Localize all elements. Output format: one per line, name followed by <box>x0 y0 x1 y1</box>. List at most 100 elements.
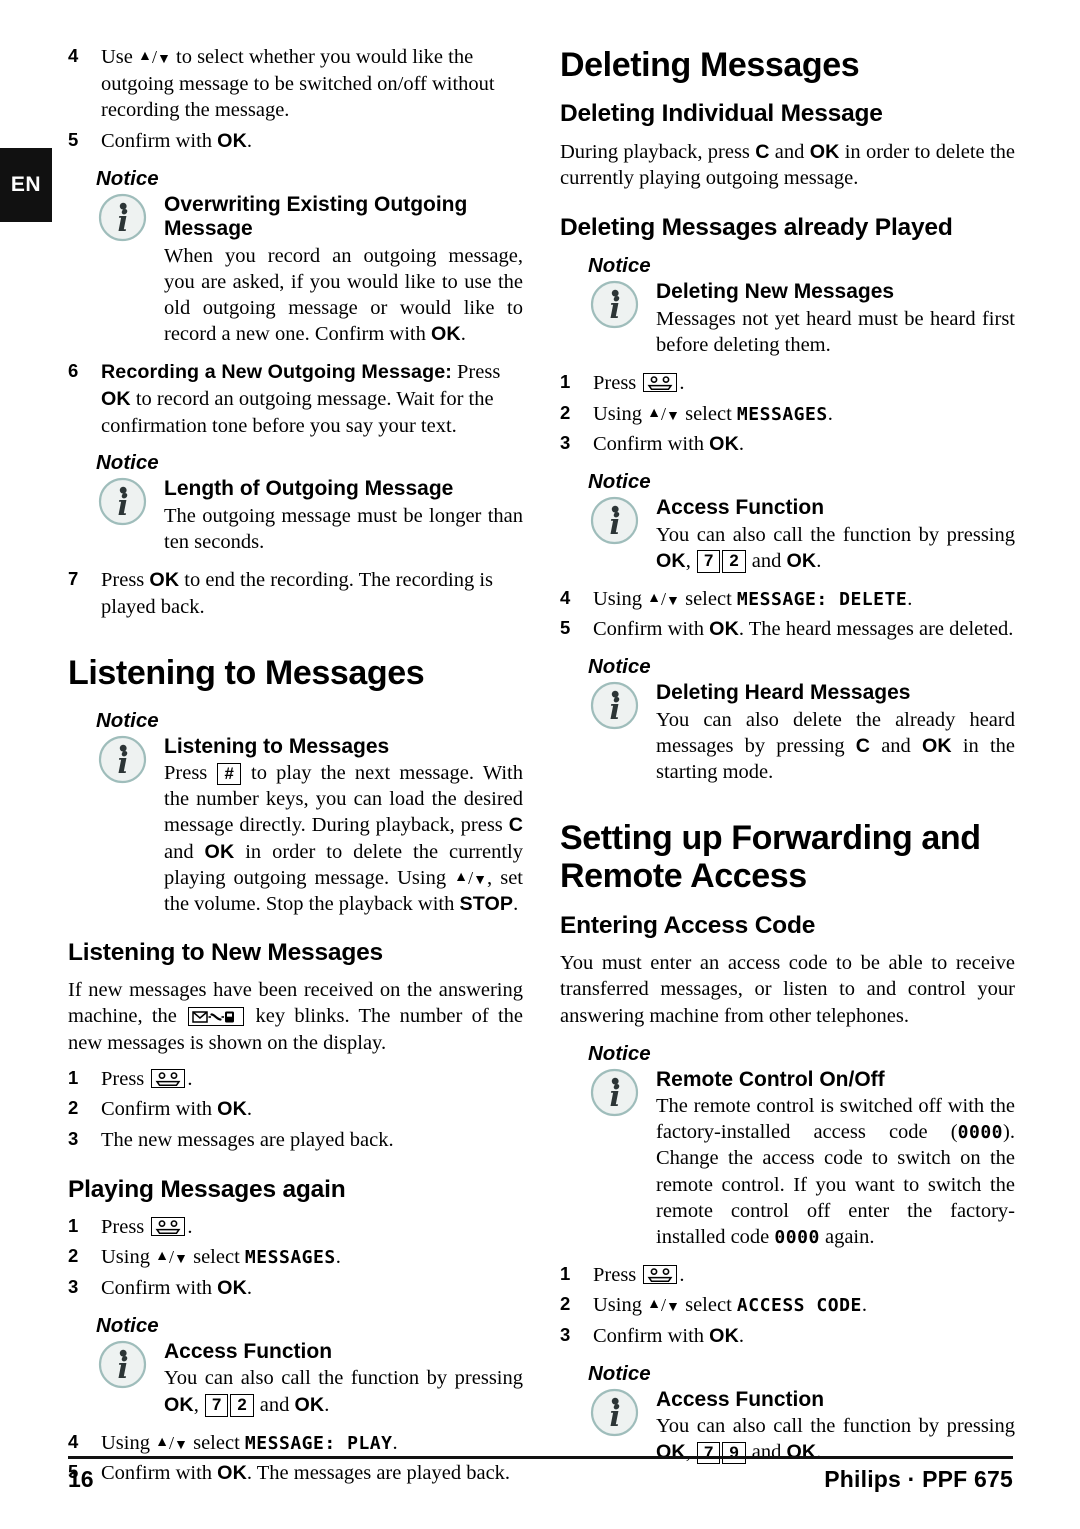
heading-listening-new-messages: Listening to New Messages <box>68 938 383 966</box>
notice-text: You can also call the function by pressi… <box>164 1367 523 1417</box>
display-text: MESSAGES <box>244 1247 336 1269</box>
step-item: 3 Confirm with OK. <box>68 1275 523 1302</box>
button-label: OK <box>709 1324 739 1347</box>
keycap-2: 2 <box>722 550 746 573</box>
keycap-7: 7 <box>204 1394 229 1417</box>
page-number: 16 <box>68 1466 94 1492</box>
display-text: MESSAGES <box>736 403 828 425</box>
cassette-key-icon <box>643 373 678 393</box>
heading-listening-to-messages: Listening to Messages <box>68 654 425 693</box>
button-label: OK <box>217 1277 247 1300</box>
step-item: 4 Using ▲/▼ select MESSAGE: PLAY. <box>68 1430 523 1457</box>
step-number: 2 <box>68 1245 79 1267</box>
notice-block: Notice i Access Function You can also ca… <box>68 1314 523 1418</box>
step-item: 1 Press . <box>560 1262 1015 1289</box>
notice-label: Notice <box>96 1313 159 1337</box>
notice-label: Notice <box>96 166 159 190</box>
button-label: OK <box>217 1098 247 1121</box>
notice-title: Access Function <box>656 495 825 519</box>
step-text: Using ▲/▼ select ACCESS CODE. <box>593 1294 867 1317</box>
notice-title: Length of Outgoing Message <box>164 477 454 501</box>
notice-text: When you record an outgoing message, you… <box>164 245 523 346</box>
svg-text:i: i <box>117 746 128 780</box>
step-text: Press . <box>593 371 685 394</box>
listening-new-intro: If new messages have been received on th… <box>68 978 523 1055</box>
step-number: 1 <box>68 1214 79 1236</box>
up-down-arrow-icon: ▲/▼ <box>155 1247 188 1268</box>
heading-setting-up-forwarding: Setting up Forwarding and Remote Access <box>560 818 981 896</box>
notice-block: Notice i Overwriting Existing Outgoing M… <box>68 167 523 348</box>
step-item: 7 Press OK to end the recording. The rec… <box>68 567 523 620</box>
button-label: OK <box>164 1393 194 1416</box>
step-item: 3 Confirm with OK. <box>560 431 1015 458</box>
display-text: MESSAGE: PLAY <box>244 1432 393 1454</box>
step-text: Confirm with OK. The heard messages are … <box>593 618 1014 641</box>
notice-body: i Remote Control On/Off The remote contr… <box>560 1068 1015 1250</box>
cassette-key-icon <box>151 1217 186 1237</box>
button-label: OK <box>217 1462 247 1485</box>
notice-body: i Length of Outgoing Message The outgoin… <box>68 477 523 555</box>
cassette-key-icon <box>151 1068 186 1088</box>
step-item: 5 Confirm with OK. The heard messages ar… <box>560 616 1015 643</box>
step-text: Confirm with OK. The messages are played… <box>101 1462 511 1485</box>
step-text: Using ▲/▼ select MESSAGE: PLAY. <box>101 1431 398 1454</box>
info-icon: i <box>590 280 639 329</box>
display-text: MESSAGE: DELETE <box>736 588 908 610</box>
up-down-arrow-icon: ▲/▼ <box>454 867 488 888</box>
info-icon: i <box>590 496 639 545</box>
step-text: Press . <box>101 1215 193 1238</box>
button-label: OK <box>809 140 840 163</box>
keycap-7: 7 <box>696 550 721 573</box>
step-item: 3 Confirm with OK. <box>560 1323 1015 1350</box>
display-text: 0000 <box>957 1122 1004 1144</box>
step-text: Using ▲/▼ select MESSAGES. <box>593 402 833 425</box>
step-number: 3 <box>68 1127 79 1149</box>
button-label: OK <box>101 387 131 410</box>
notice-block: Notice i Access Function You can also ca… <box>560 470 1015 574</box>
heading-deleting-messages-already-played: Deleting Messages already Played <box>560 213 953 241</box>
step-number: 1 <box>68 1066 79 1088</box>
svg-text:i: i <box>609 1079 620 1113</box>
notice-label: Notice <box>588 1041 651 1065</box>
step-item: 1 Press . <box>560 370 1015 397</box>
step-text: Use ▲/▼ to select whether you would like… <box>101 46 495 122</box>
button-label: OK <box>786 1441 817 1464</box>
step-number: 7 <box>68 567 79 589</box>
button-label: OK <box>431 323 461 346</box>
up-down-arrow-icon: ▲/▼ <box>647 588 680 609</box>
svg-text:i: i <box>609 692 620 726</box>
notice-title: Access Function <box>656 1387 825 1411</box>
step-item: 6 Recording a New Outgoing Message: Pres… <box>68 359 523 439</box>
step-lead-label: Recording a New Outgoing Message: <box>101 361 452 384</box>
step-text: Confirm with OK. <box>101 129 253 152</box>
button-label: OK <box>709 433 739 456</box>
notice-title: Listening to Messages <box>164 734 390 758</box>
notice-body: i Deleting Heard Messages You can also d… <box>560 681 1015 785</box>
step-number: 3 <box>560 1323 571 1345</box>
step-text: Confirm with OK. <box>593 1324 745 1347</box>
step-number: 5 <box>68 128 79 150</box>
step-number: 2 <box>560 1293 571 1315</box>
notice-block: Notice i Remote Control On/Off The remot… <box>560 1042 1015 1250</box>
button-label: OK <box>656 549 686 572</box>
step-text: Press . <box>593 1263 685 1286</box>
up-down-arrow-icon: ▲/▼ <box>647 1295 680 1316</box>
heading-playing-messages-again: Playing Messages again <box>68 1175 346 1203</box>
notice-block: Notice i Listening to Messages Press # t… <box>68 709 523 917</box>
notice-text: You can also call the function by pressi… <box>656 523 1015 573</box>
footer-brand: Philips · PPF 675 <box>824 1466 1013 1492</box>
step-number: 3 <box>560 432 571 454</box>
notice-title: Remote Control On/Off <box>656 1067 885 1091</box>
heading-entering-access-code: Entering Access Code <box>560 911 816 939</box>
button-label: STOP <box>459 892 514 915</box>
svg-text:i: i <box>609 1399 620 1433</box>
language-tab: EN <box>0 148 52 222</box>
step-text: Using ▲/▼ select MESSAGES. <box>101 1246 341 1269</box>
svg-text:i: i <box>117 1351 128 1385</box>
step-number: 1 <box>560 1262 571 1284</box>
step-number: 2 <box>68 1097 79 1119</box>
notice-label: Notice <box>588 254 651 278</box>
button-label: C <box>508 814 523 837</box>
access-code-intro: You must enter an access code to be able… <box>560 951 1015 1028</box>
button-label: OK <box>149 568 180 591</box>
